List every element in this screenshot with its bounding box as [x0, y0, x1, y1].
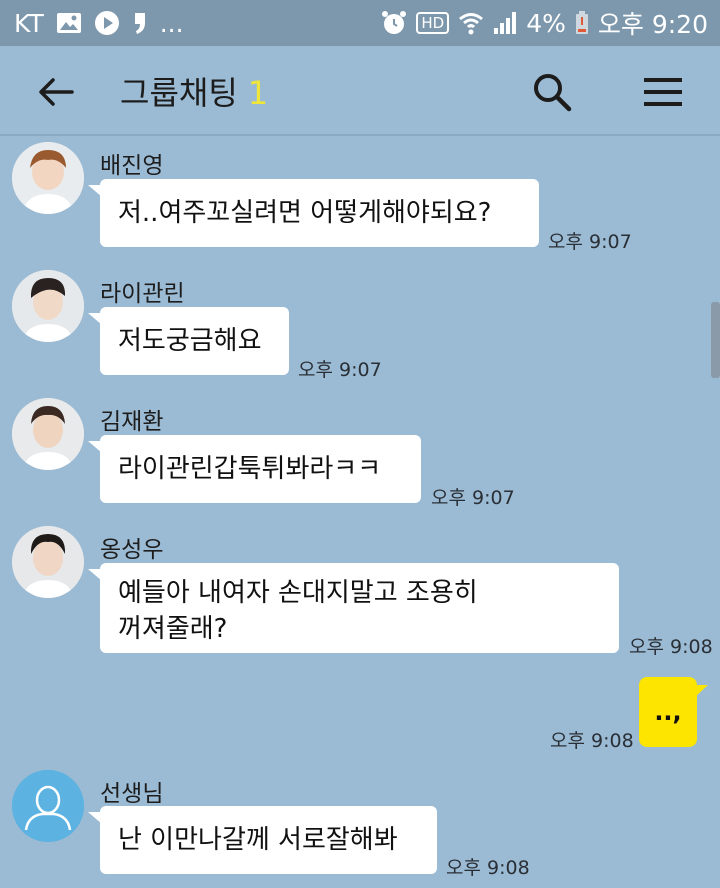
avatar[interactable]: [12, 398, 84, 470]
member-count: 1: [247, 74, 269, 112]
message-bubble[interactable]: 저..여주꼬실려면 어떻게해야되요?: [88, 179, 539, 247]
avatar[interactable]: [12, 770, 84, 842]
message-time: 오후 9:07: [431, 487, 515, 509]
sender-name: 선생님: [100, 781, 164, 807]
avatar[interactable]: [12, 142, 84, 214]
hd-label: HD: [416, 12, 450, 34]
sender-name: 라이관린: [100, 281, 185, 307]
message-line: 꺼져줄래?: [118, 614, 228, 644]
message-time: 오후 9:08: [550, 730, 634, 752]
default-profile-icon: [12, 770, 84, 842]
message-time: 오후 9:08: [629, 636, 713, 658]
sender-name: 배진영: [100, 153, 164, 179]
message-time: 오후 9:07: [548, 231, 632, 253]
signal-icon: [493, 11, 517, 35]
wifi-icon: [458, 10, 484, 36]
battery-percent: 4%: [526, 8, 566, 38]
profile-photo-icon: [12, 270, 84, 342]
scrollbar-thumb[interactable]: [711, 302, 720, 378]
menu-button[interactable]: [642, 74, 684, 110]
avatar[interactable]: [12, 270, 84, 342]
message-time: 오후 9:08: [446, 857, 530, 879]
message-bubble[interactable]: 난 이만나갈께 서로잘해봐: [88, 806, 437, 874]
more-notifications: ...: [159, 8, 184, 38]
search-button[interactable]: [530, 70, 574, 114]
alarm-icon: [381, 10, 407, 36]
hd-icon: HD: [416, 12, 450, 34]
status-bar: KT ... HD 4% 오후 9:20: [0, 0, 720, 46]
message-bubble[interactable]: 저도궁금해요: [88, 307, 289, 375]
my-message-bubble[interactable]: ..,: [639, 677, 708, 747]
chat-title: 그룹채팅 1: [120, 68, 268, 114]
avatar[interactable]: [12, 526, 84, 598]
message-time: 오후 9:07: [298, 359, 382, 381]
profile-photo-icon: [12, 526, 84, 598]
carrier-label: KT: [14, 8, 44, 38]
chat-header: 그룹채팅 1: [0, 46, 720, 136]
chat-notification-icon: [132, 11, 148, 35]
back-arrow-icon: [39, 78, 74, 106]
battery-low-icon: [575, 11, 589, 35]
message-line: 예들아 내여자 손대지말고 조용히: [118, 578, 478, 608]
chat-title-text: 그룹채팅: [120, 74, 238, 112]
profile-photo-icon: [12, 142, 84, 214]
profile-photo-icon: [12, 398, 84, 470]
play-icon: [94, 10, 120, 36]
sender-name: 옹성우: [100, 537, 164, 563]
hamburger-menu-icon: [644, 78, 682, 106]
sender-name: 김재환: [100, 409, 164, 435]
gallery-icon: [56, 12, 82, 34]
back-button[interactable]: [38, 72, 78, 112]
search-icon: [534, 74, 572, 112]
clock: 오후 9:20: [597, 10, 708, 39]
message-bubble[interactable]: 라이관린갑툭튀봐라ㅋㅋ: [88, 435, 421, 503]
message-bubble[interactable]: 예들아 내여자 손대지말고 조용히 꺼져줄래?: [88, 563, 619, 653]
